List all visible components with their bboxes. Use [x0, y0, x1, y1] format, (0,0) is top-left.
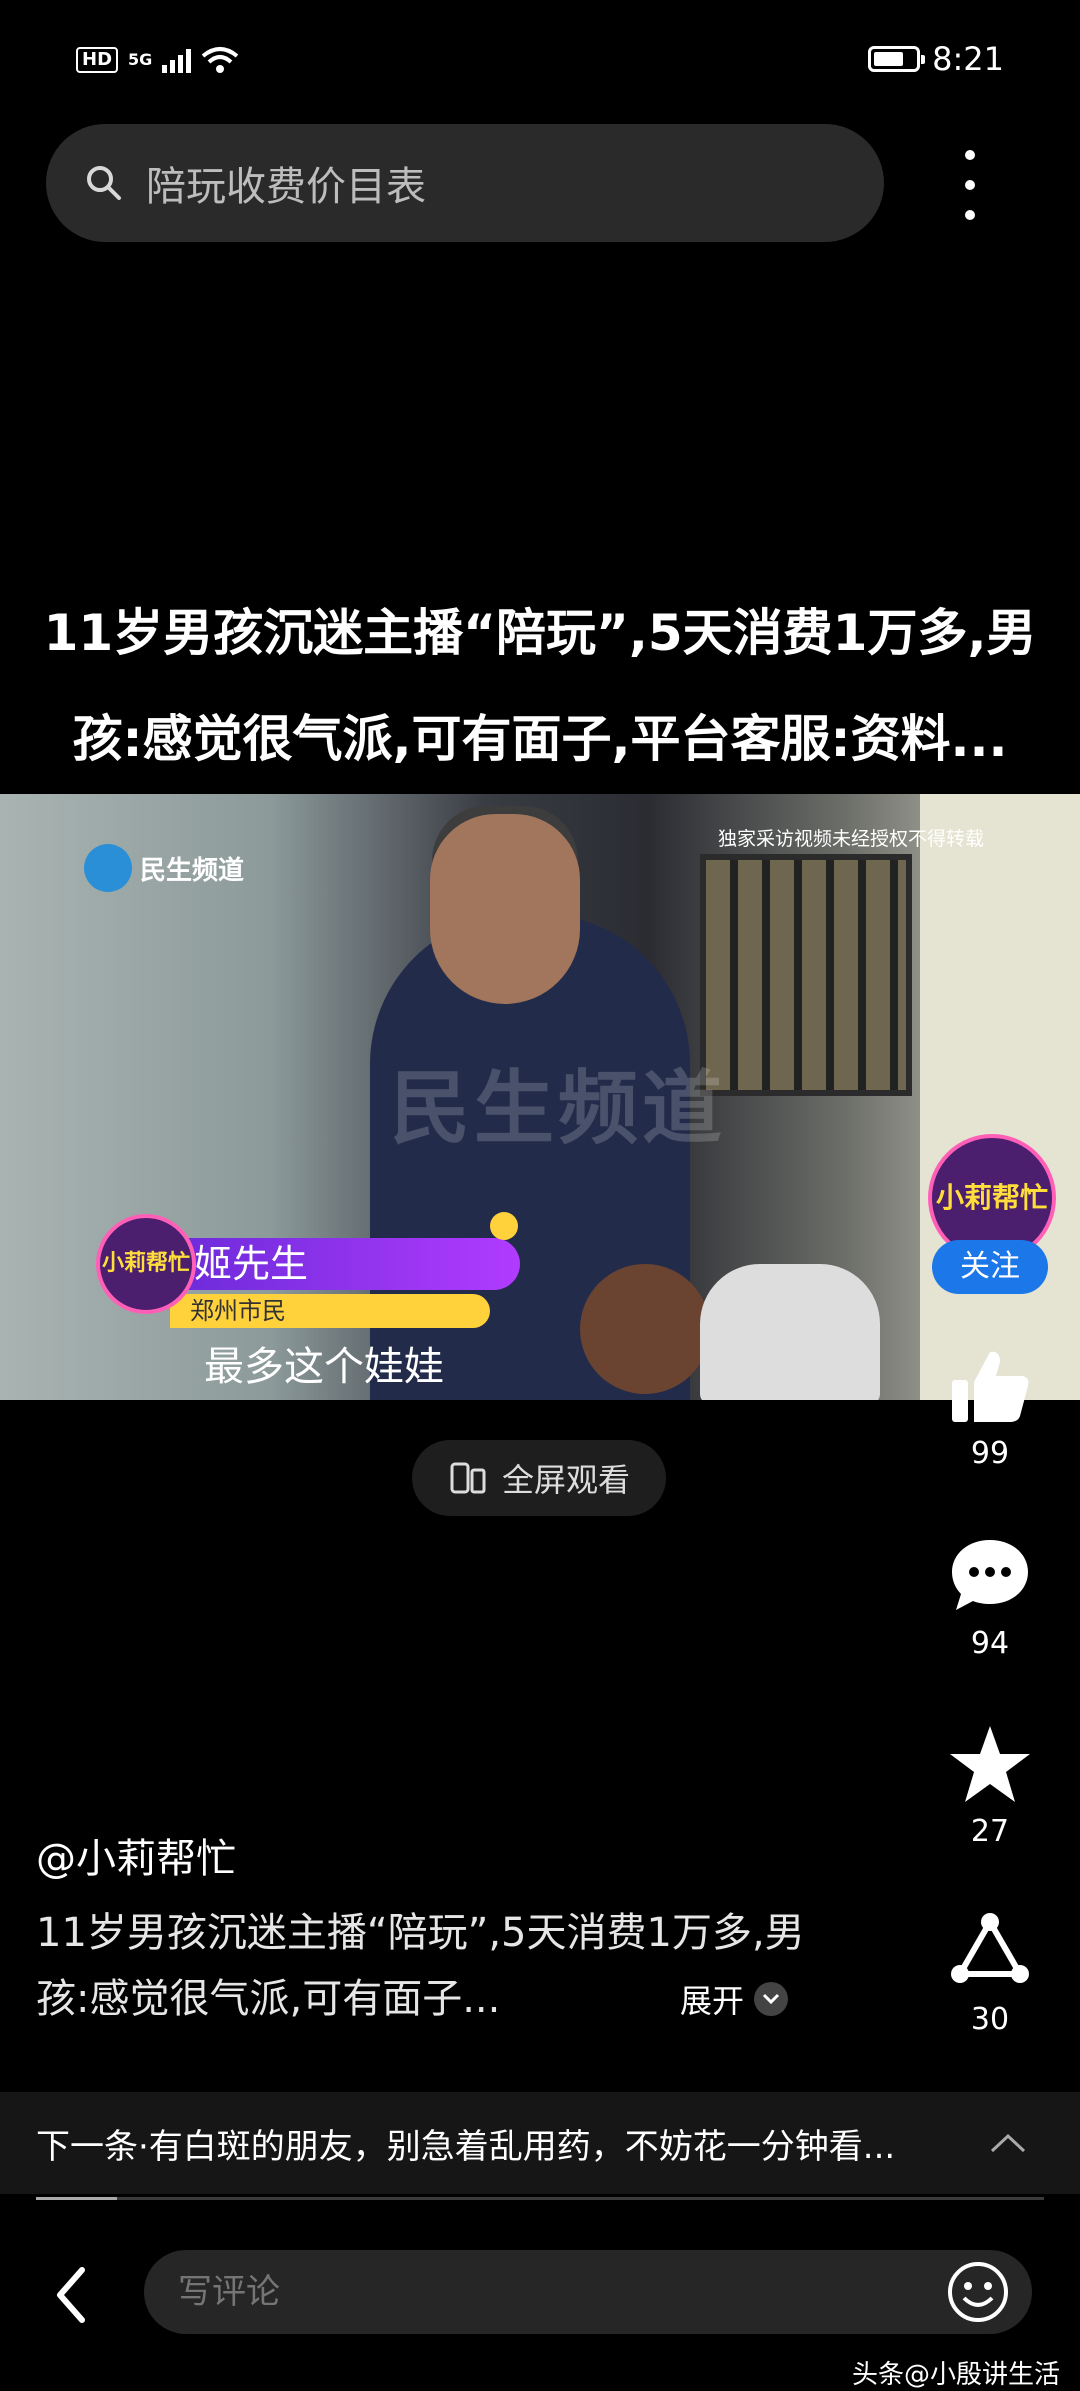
author-handle[interactable]: @小莉帮忙: [36, 1826, 236, 1884]
favorite-count: 27: [970, 1814, 1010, 1849]
share-button[interactable]: 30: [940, 1912, 1040, 2037]
signal-icon: [162, 47, 192, 73]
status-bar-left: HD 5G: [76, 46, 239, 74]
comment-count: 94: [970, 1626, 1010, 1661]
like-button[interactable]: 99: [940, 1346, 1040, 1471]
search-query: 陪玩收费价目表: [146, 164, 426, 210]
rotate-screen-icon: [450, 1462, 486, 1494]
fullscreen-label: 全屏观看: [501, 1461, 630, 1499]
comment-bar[interactable]: [144, 2250, 1032, 2334]
comment-input[interactable]: [176, 2271, 780, 2313]
battery-icon: [868, 46, 926, 72]
next-video-title: 下一条·有白斑的朋友，别急着乱用药，不妨花一分钟看...: [36, 2126, 896, 2167]
comment-button[interactable]: 94: [940, 1536, 1040, 1661]
network-type: 5G: [128, 50, 153, 69]
search-icon: [87, 166, 121, 200]
video-player[interactable]: 民生频道 独家采访视频未经授权不得转载 民生频道 姬先生 郑州市民 小莉帮忙 最…: [0, 794, 1080, 1400]
speaker-name: 姬先生: [170, 1238, 520, 1290]
like-count: 99: [970, 1436, 1010, 1471]
wifi-icon: [202, 47, 239, 73]
playback-progress-fill: [36, 2197, 117, 2200]
battery-level: [874, 52, 904, 66]
video-caption: 最多这个娃娃: [204, 1344, 444, 1390]
channel-logo: 民生频道: [84, 844, 244, 892]
speaker-role: 郑州市民: [170, 1294, 490, 1328]
hd-indicator: HD: [76, 47, 119, 73]
emoji-icon[interactable]: [946, 2260, 1010, 2324]
expand-label: 展开: [680, 1982, 745, 2020]
star-icon: [950, 1726, 1030, 1802]
status-bar-right: 8:21: [868, 40, 1004, 78]
chevron-up-icon[interactable]: [988, 2131, 1028, 2155]
more-vertical-icon[interactable]: [950, 150, 990, 220]
clock: 8:21: [932, 40, 1004, 78]
search-bar[interactable]: 陪玩收费价目表: [46, 124, 884, 242]
platform-watermark: 头条@小殷讲生活: [852, 2360, 1061, 2390]
follow-button[interactable]: 关注: [932, 1240, 1048, 1294]
next-video-bar[interactable]: 下一条·有白斑的朋友，别急着乱用药，不妨花一分钟看...: [0, 2092, 1080, 2194]
back-arrow-icon[interactable]: [46, 2260, 96, 2330]
fullscreen-button[interactable]: 全屏观看: [412, 1440, 666, 1516]
thumbs-up-icon: [952, 1351, 1029, 1422]
playback-progress[interactable]: [36, 2197, 1044, 2200]
expand-button[interactable]: 展开: [680, 1976, 789, 2022]
program-badge: 小莉帮忙: [96, 1214, 196, 1314]
comment-bubble-icon: [952, 1540, 1028, 1610]
video-watermark: 民生频道: [390, 1062, 726, 1155]
share-icon: [951, 1913, 1029, 1983]
chevron-down-icon: [754, 1982, 789, 2016]
favorite-button[interactable]: 27: [940, 1724, 1040, 1849]
rights-notice: 独家采访视频未经授权不得转载: [718, 828, 985, 850]
share-count: 30: [970, 2002, 1010, 2037]
video-title: 11岁男孩沉迷主播“陪玩”,5天消费1万多,男孩:感觉很气派,可有面子,平台客服…: [43, 604, 1037, 768]
